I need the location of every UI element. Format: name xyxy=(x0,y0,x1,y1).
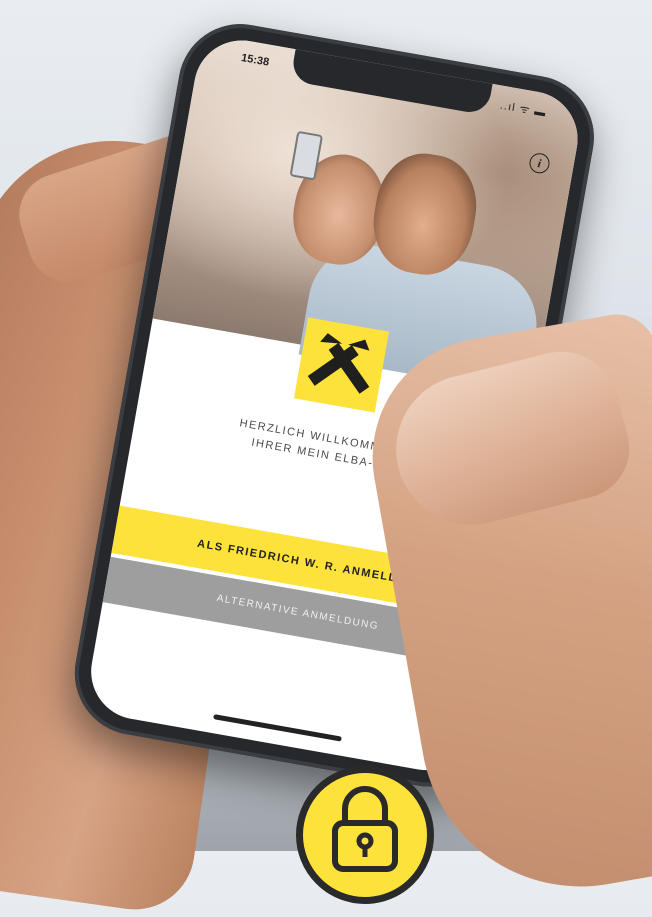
padlock-icon xyxy=(332,786,398,872)
raiffeisen-logo-icon xyxy=(293,317,389,413)
padlock-badge xyxy=(296,766,434,904)
home-indicator xyxy=(213,714,342,742)
